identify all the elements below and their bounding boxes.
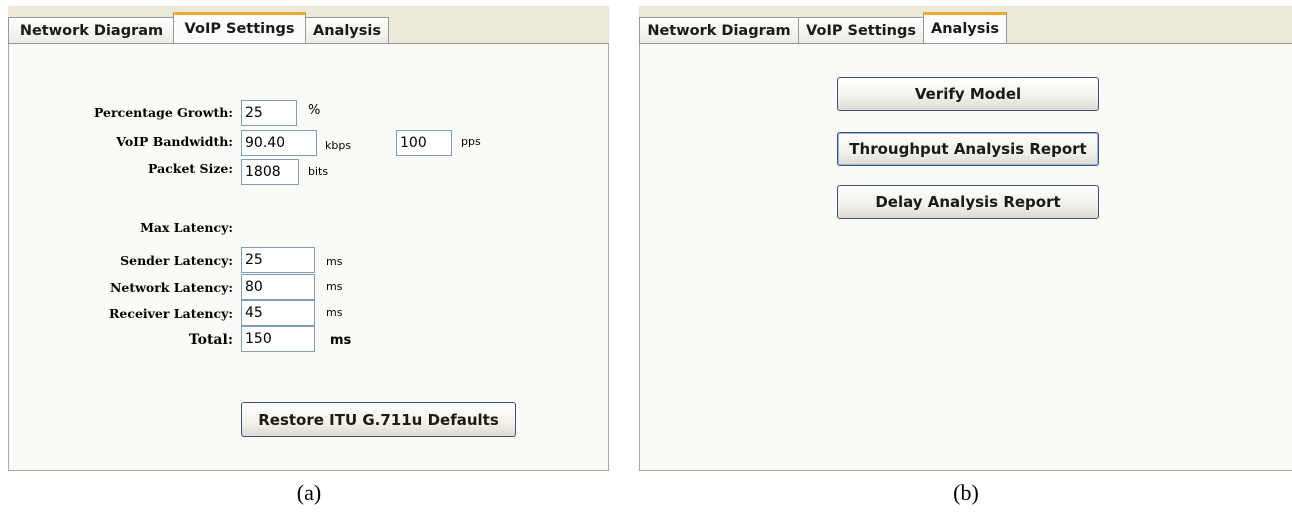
network-latency-input[interactable]: 80 (241, 274, 315, 300)
verify-model-button[interactable]: Verify Model (837, 77, 1099, 111)
voip-bandwidth-label: VoIP Bandwidth: (116, 134, 233, 149)
tab-voip-settings[interactable]: VoIP Settings (173, 12, 306, 43)
pps-input[interactable]: 100 (396, 130, 452, 156)
delay-report-button[interactable]: Delay Analysis Report (837, 185, 1099, 219)
total-ms-unit: ms (330, 333, 352, 348)
voip-settings-panel: Network Diagram VoIP Settings Analysis P… (8, 6, 609, 471)
receiver-ms-unit: ms (326, 306, 343, 319)
analysis-panel: Network Diagram VoIP Settings Analysis V… (639, 6, 1292, 471)
pps-unit: pps (461, 135, 481, 148)
tab-voip-settings[interactable]: VoIP Settings (798, 17, 924, 43)
max-latency-heading: Max Latency: (140, 220, 233, 235)
voip-bandwidth-input[interactable]: 90.40 (241, 130, 317, 156)
packet-size-label: Packet Size: (148, 161, 233, 176)
restore-defaults-button[interactable]: Restore ITU G.711u Defaults (241, 402, 516, 437)
tab-network-diagram[interactable]: Network Diagram (8, 17, 175, 43)
sender-latency-input[interactable]: 25 (241, 247, 315, 273)
caption-a: (a) (296, 480, 322, 505)
network-ms-unit: ms (326, 280, 343, 293)
voip-settings-content: Percentage Growth: 25 % VoIP Bandwidth: … (9, 44, 608, 470)
total-input[interactable]: 150 (241, 326, 315, 352)
percent-unit: % (308, 103, 321, 118)
receiver-latency-label: Receiver Latency: (109, 306, 233, 321)
network-latency-label: Network Latency: (109, 280, 233, 295)
sender-latency-label: Sender Latency: (120, 253, 233, 268)
tab-analysis[interactable]: Analysis (923, 12, 1007, 43)
bits-unit: bits (308, 165, 329, 178)
tab-network-diagram[interactable]: Network Diagram (639, 17, 799, 43)
caption-b: (b) (953, 480, 979, 505)
tab-analysis[interactable]: Analysis (305, 17, 389, 43)
sender-ms-unit: ms (326, 255, 343, 268)
packet-size-input[interactable]: 1808 (241, 159, 299, 185)
analysis-content: Verify Model Throughput Analysis Report … (640, 44, 1292, 470)
percentage-growth-label: Percentage Growth: (93, 105, 233, 120)
throughput-report-button[interactable]: Throughput Analysis Report (837, 132, 1099, 166)
total-label: Total: (188, 332, 233, 348)
kbps-unit: kbps (325, 139, 352, 152)
tab-strip: Network Diagram VoIP Settings Analysis (8, 6, 609, 44)
percentage-growth-input[interactable]: 25 (241, 100, 297, 126)
receiver-latency-input[interactable]: 45 (241, 300, 315, 326)
tab-strip: Network Diagram VoIP Settings Analysis (639, 6, 1292, 44)
